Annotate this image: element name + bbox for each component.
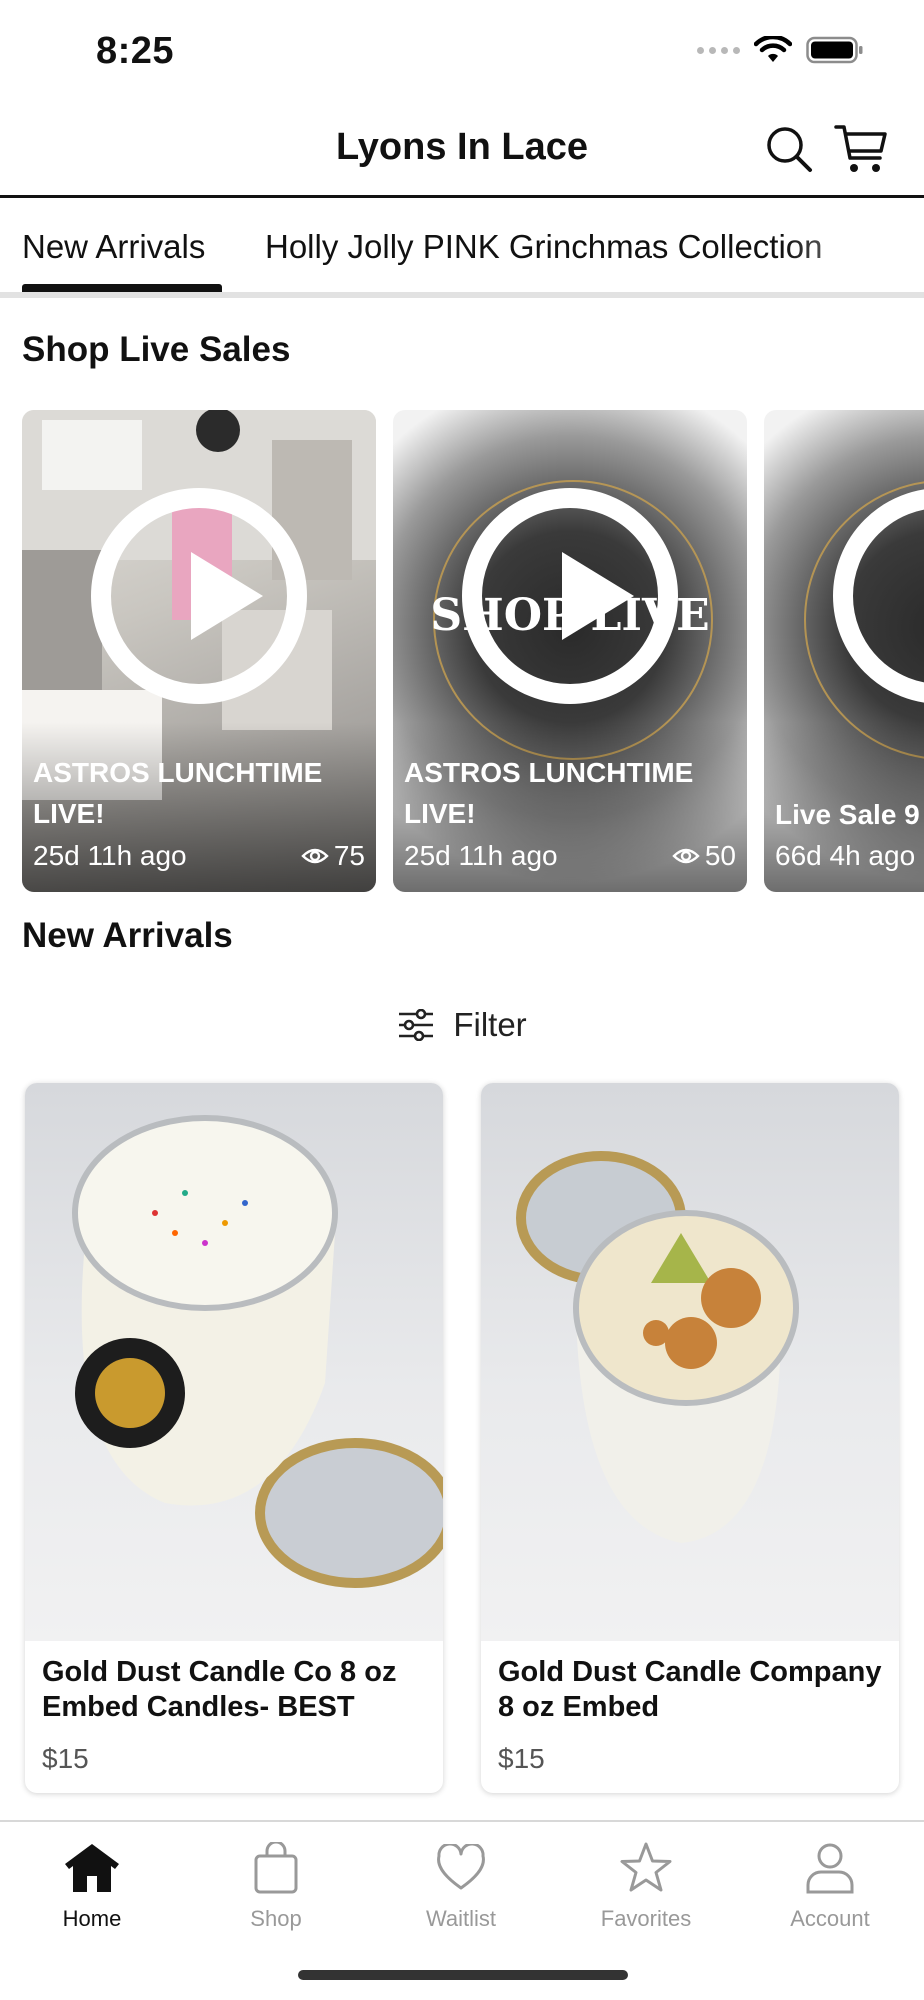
nav-waitlist[interactable]: Waitlist <box>391 1836 531 1932</box>
live-sale-card[interactable]: ASTROS LUNCHTIME LIVE! 25d 11h ago 75 <box>22 410 376 892</box>
eye-icon <box>672 848 700 864</box>
filter-sliders-icon <box>399 1009 434 1041</box>
play-icon <box>191 552 263 640</box>
heart-icon <box>437 1844 485 1890</box>
nav-label: Account <box>790 1906 870 1931</box>
app-header: Lyons In Lace <box>0 100 924 198</box>
views-count: 50 <box>704 840 736 871</box>
live-card-time: 66d 4h ago <box>775 840 916 871</box>
star-icon <box>620 1842 672 1892</box>
live-card-time: 25d 11h ago <box>404 840 558 871</box>
candle-jar-image <box>516 1151 799 1543</box>
battery-icon <box>806 36 863 64</box>
product-image <box>481 1083 899 1641</box>
nav-label: Shop <box>250 1906 302 1931</box>
new-arrivals-heading: New Arrivals <box>22 916 233 955</box>
play-button[interactable] <box>462 488 678 704</box>
tabs-fade-overlay <box>784 198 924 292</box>
live-card-views: 50 <box>672 840 736 872</box>
search-button[interactable] <box>762 122 816 176</box>
product-name: Gold Dust Candle Company 8 oz Embed <box>498 1656 882 1723</box>
live-card-title: Live Sale 9 <box>775 799 920 830</box>
status-icons <box>697 36 864 64</box>
status-bar: 8:25 <box>0 0 924 100</box>
cart-icon <box>834 125 887 172</box>
nav-account[interactable]: Account <box>760 1836 900 1932</box>
nav-label: Home <box>62 1906 122 1931</box>
live-card-views: 75 <box>301 840 365 872</box>
shopping-bag-icon <box>254 1842 298 1894</box>
live-card-title: ASTROS LUNCHTIME LIVE! <box>33 757 323 829</box>
product-price: $15 <box>498 1743 545 1774</box>
tab-holly-jolly-collection[interactable]: Holly Jolly PINK Grinchmas Collection <box>265 228 823 266</box>
eye-icon <box>301 848 329 864</box>
views-count: 75 <box>333 840 365 871</box>
live-sale-card[interactable]: Live Sale 9 66d 4h ago <box>764 410 924 892</box>
nav-label: Waitlist <box>425 1906 497 1931</box>
candle-jar-image <box>72 1115 443 1588</box>
tab-new-arrivals[interactable]: New Arrivals <box>22 228 205 266</box>
user-icon <box>806 1843 854 1894</box>
live-card-title: ASTROS LUNCHTIME LIVE! <box>404 757 694 829</box>
product-image <box>25 1083 443 1641</box>
nav-favorites[interactable]: Favorites <box>576 1836 716 1932</box>
status-time: 8:25 <box>96 30 175 72</box>
filter-label: Filter <box>453 1006 527 1043</box>
category-tabs: New Arrivals Holly Jolly PINK Grinchmas … <box>0 198 924 298</box>
nav-label: Favorites <box>600 1906 692 1931</box>
play-button[interactable] <box>91 488 307 704</box>
active-tab-indicator <box>22 284 222 292</box>
home-indicator <box>298 1970 628 1980</box>
wifi-icon <box>754 36 792 62</box>
live-sale-card[interactable]: SHOP LIVE ASTROS LUNCHTIME LIVE! 25d 11h… <box>393 410 747 892</box>
live-sales-carousel[interactable]: ASTROS LUNCHTIME LIVE! 25d 11h ago 75 SH… <box>0 410 924 892</box>
product-card[interactable]: Gold Dust Candle Co 8 oz Embed Candles- … <box>25 1083 443 1793</box>
product-card[interactable]: Gold Dust Candle Company 8 oz Embed $15 <box>481 1083 899 1793</box>
live-card-time: 25d 11h ago <box>33 840 187 871</box>
nav-shop[interactable]: Shop <box>206 1836 346 1932</box>
filter-button[interactable]: Filter <box>0 1000 924 1050</box>
home-icon <box>65 1844 119 1892</box>
product-name: Gold Dust Candle Co 8 oz Embed Candles- … <box>42 1656 397 1723</box>
search-icon <box>767 127 812 172</box>
shop-live-sales-heading: Shop Live Sales <box>22 330 291 369</box>
cart-button[interactable] <box>834 122 888 176</box>
nav-home[interactable]: Home <box>22 1836 162 1932</box>
product-price: $15 <box>42 1743 89 1774</box>
play-icon <box>562 552 634 640</box>
cellular-signal-icon <box>697 46 740 54</box>
